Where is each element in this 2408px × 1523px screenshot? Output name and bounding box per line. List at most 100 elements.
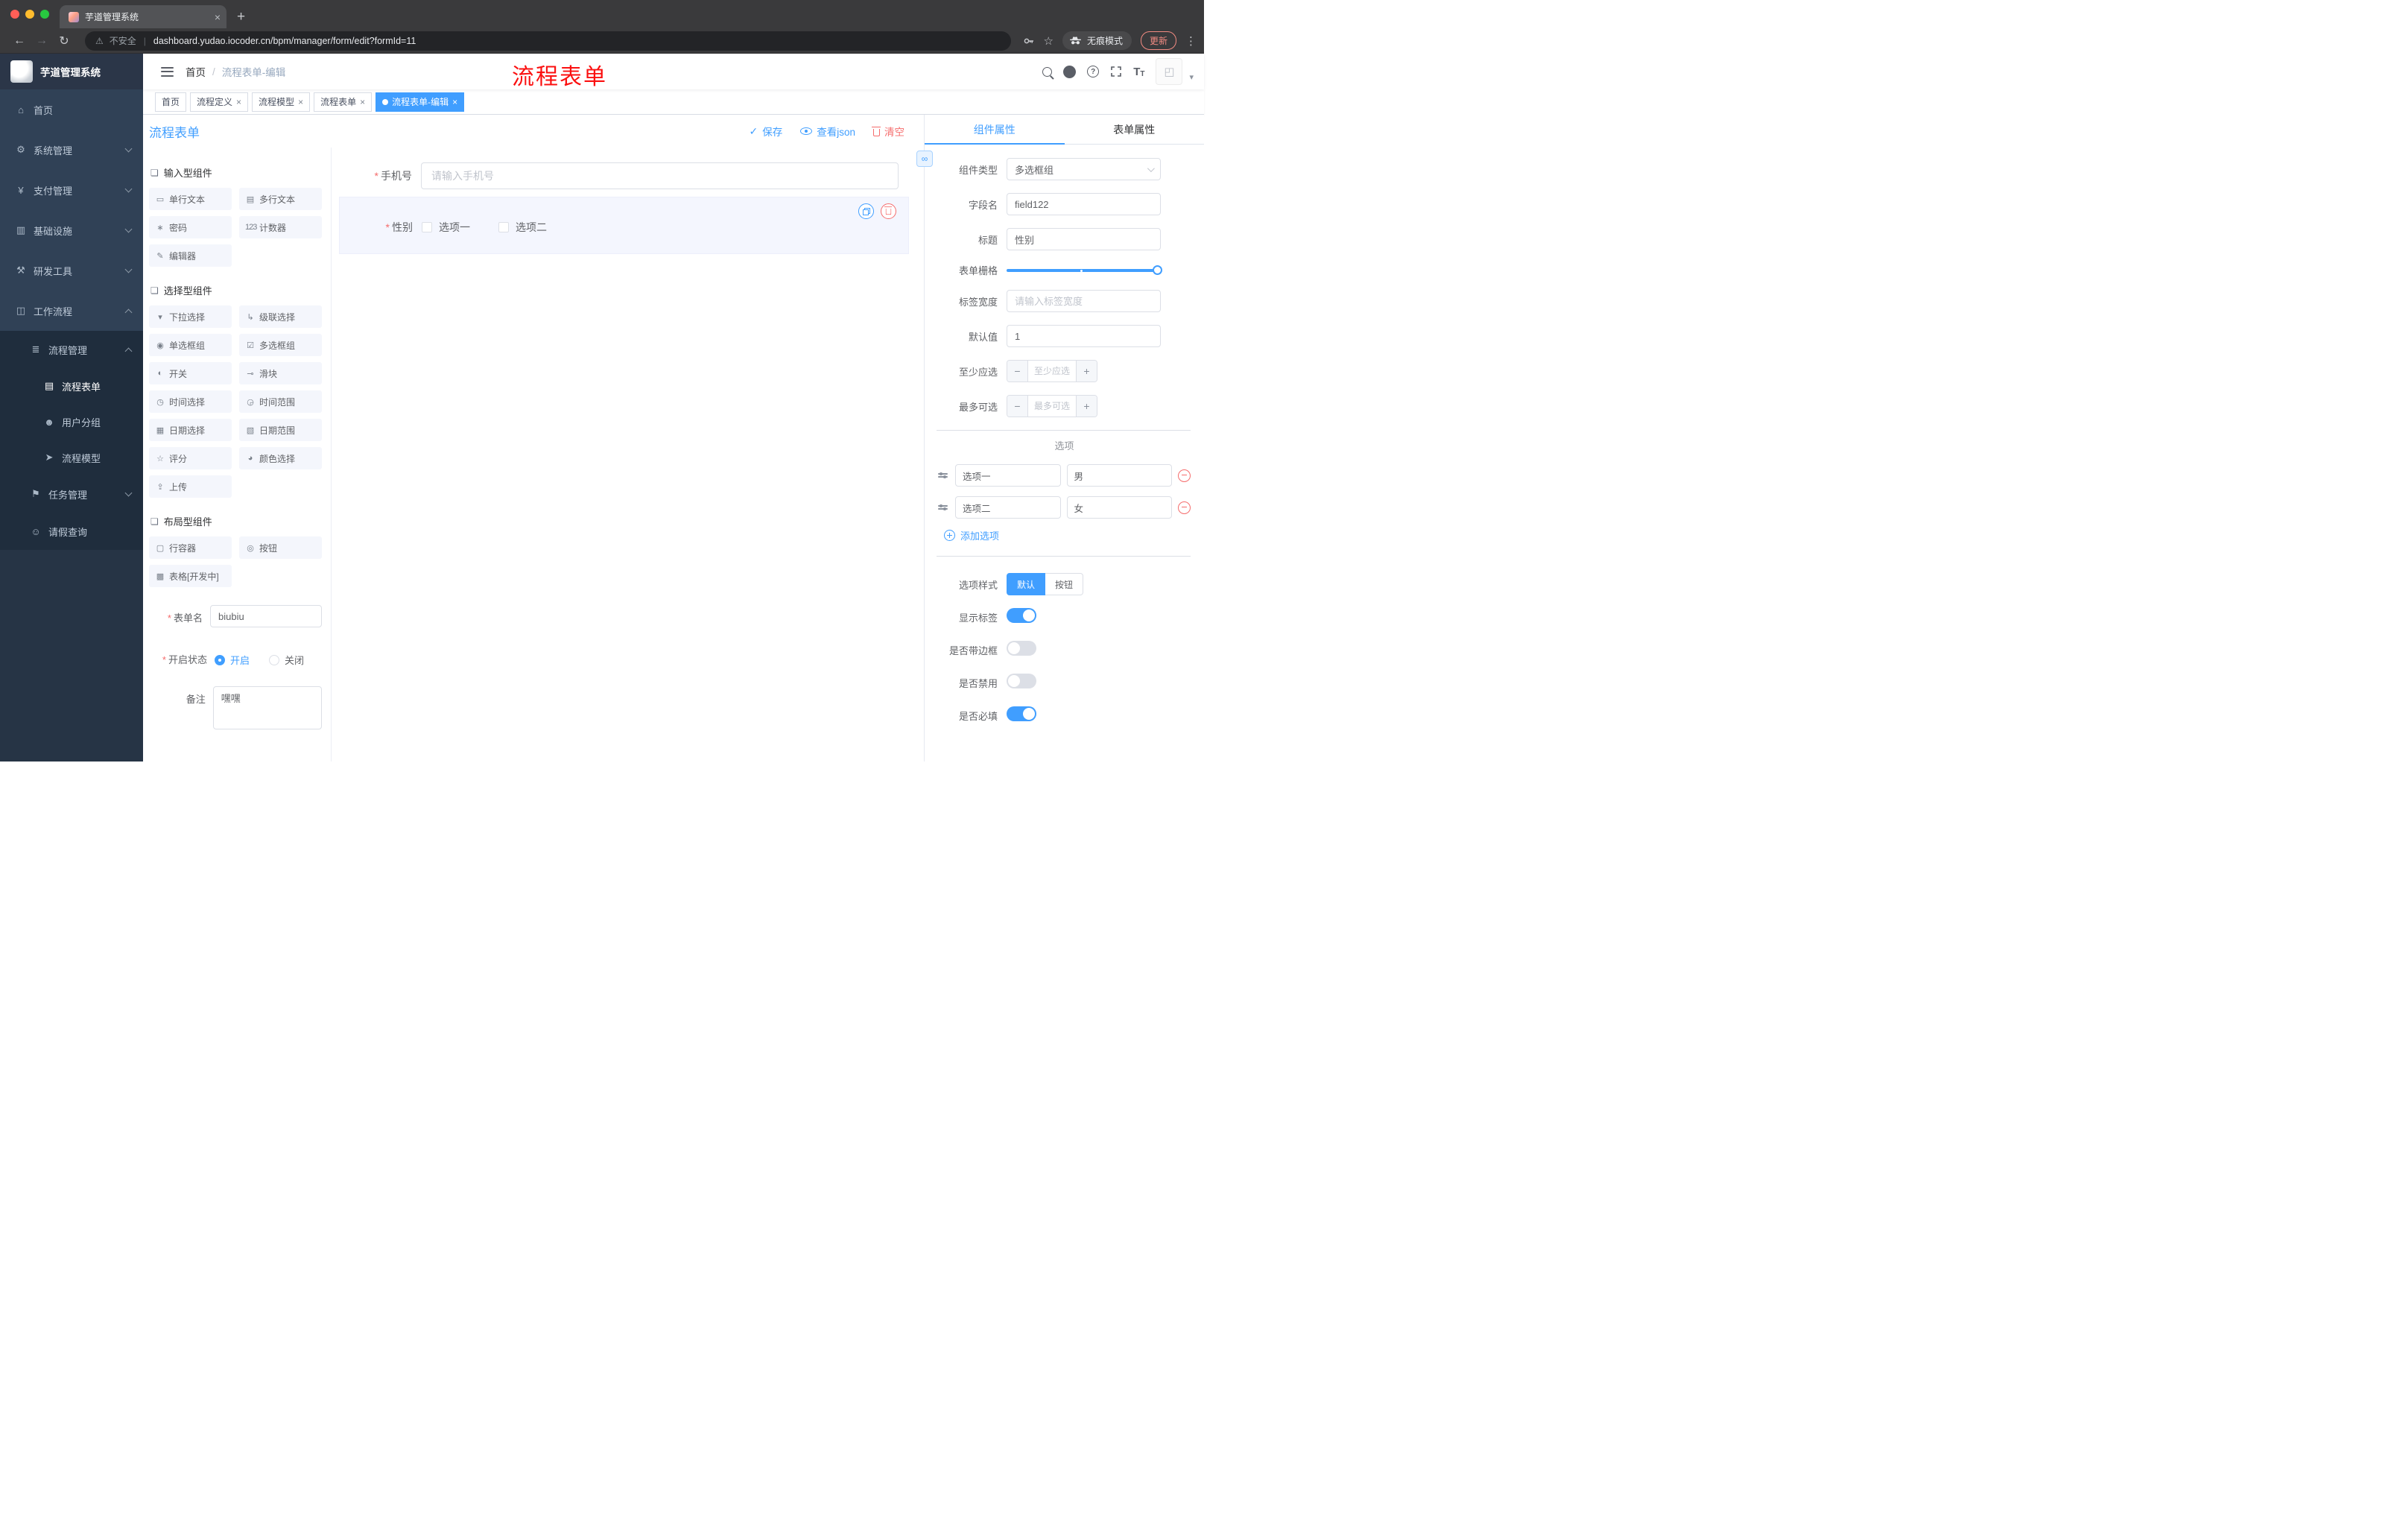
address-bar[interactable]: ⚠ 不安全 | dashboard.yudao.iocoder.cn/bpm/m…	[85, 31, 1011, 51]
maximize-window-button[interactable]	[40, 10, 49, 19]
copy-button[interactable]	[858, 203, 874, 219]
border-toggle[interactable]	[1007, 641, 1036, 656]
phone-field-row[interactable]: * 手机号	[339, 162, 899, 189]
max-select-input[interactable]	[1028, 396, 1076, 417]
palette-item-cascader[interactable]: ↳ 级联选择	[239, 305, 322, 328]
browser-tab[interactable]: 芋道管理系统 ×	[60, 5, 226, 28]
update-button[interactable]: 更新	[1140, 31, 1176, 50]
sidebar-item-leave-query[interactable]: ☺ 请假查询	[0, 513, 143, 550]
drag-handle-icon[interactable]	[938, 472, 948, 478]
tag-close-icon[interactable]: ×	[298, 98, 303, 107]
palette-item-slider[interactable]: ⊸ 滑块	[239, 362, 322, 384]
option-value-input[interactable]	[1066, 464, 1172, 487]
sidebar-item-devtools[interactable]: ⚒ 研发工具	[0, 250, 143, 291]
tag-process-form-edit[interactable]: 流程表单-编辑 ×	[376, 92, 465, 112]
phone-input[interactable]	[421, 162, 899, 189]
browser-menu-icon[interactable]: ⋮	[1185, 34, 1197, 48]
sidebar-item-process-form[interactable]: ▤ 流程表单	[0, 368, 143, 404]
palette-item-button[interactable]: ◎ 按钮	[239, 536, 322, 559]
plus-button[interactable]: +	[1076, 361, 1097, 381]
palette-item-counter[interactable]: 123 计数器	[239, 216, 322, 238]
minus-button[interactable]: −	[1007, 396, 1028, 417]
tab-close-icon[interactable]: ×	[215, 12, 221, 22]
new-tab-button[interactable]: +	[237, 10, 245, 24]
delete-button[interactable]	[881, 203, 896, 219]
palette-item-time-picker[interactable]: ◷ 时间选择	[149, 390, 232, 413]
palette-item-password[interactable]: ∗ 密码	[149, 216, 232, 238]
tag-process-form[interactable]: 流程表单 ×	[314, 92, 373, 112]
palette-item-upload[interactable]: ⇪ 上传	[149, 475, 232, 498]
drag-handle-icon[interactable]	[938, 504, 948, 510]
component-type-select[interactable]: 多选框组	[1007, 158, 1161, 180]
remove-option-icon[interactable]	[1178, 501, 1191, 514]
add-option-button[interactable]: 添加选项	[944, 528, 1161, 542]
tab-component-props[interactable]: 组件属性	[925, 115, 1065, 145]
tag-process-model[interactable]: 流程模型 ×	[252, 92, 311, 112]
bookmark-star-icon[interactable]: ☆	[1044, 34, 1054, 48]
font-size-icon[interactable]: TT	[1133, 66, 1144, 78]
minimize-window-button[interactable]	[25, 10, 34, 19]
title-input[interactable]	[1007, 228, 1161, 250]
palette-item-time-range[interactable]: ◶ 时间范围	[239, 390, 322, 413]
minus-button[interactable]: −	[1007, 361, 1028, 381]
sidebar-item-user-group[interactable]: ☻ 用户分组	[0, 404, 143, 440]
view-json-button[interactable]: 查看json	[800, 124, 855, 139]
form-name-input[interactable]	[210, 605, 322, 627]
palette-item-single-line-text[interactable]: ▭ 单行文本	[149, 188, 232, 210]
sidebar-item-process-model[interactable]: ➤ 流程模型	[0, 440, 143, 475]
form-canvas[interactable]: *手机号 *性别	[332, 148, 924, 762]
clear-button[interactable]: 清空	[872, 124, 904, 139]
save-button[interactable]: ✓ 保存	[750, 124, 783, 139]
hamburger-icon[interactable]	[161, 66, 174, 77]
option-label-input[interactable]	[955, 464, 1061, 487]
tag-close-icon[interactable]: ×	[236, 98, 241, 107]
fullscreen-icon[interactable]	[1110, 66, 1122, 77]
min-select-input[interactable]	[1028, 361, 1076, 381]
form-grid-slider[interactable]	[1007, 265, 1162, 276]
plus-button[interactable]: +	[1076, 396, 1097, 417]
github-icon[interactable]	[1063, 65, 1077, 78]
palette-item-switch[interactable]: ◐ 开关	[149, 362, 232, 384]
default-value-input[interactable]	[1007, 325, 1161, 347]
palette-item-radio-group[interactable]: ◉ 单选框组	[149, 334, 232, 356]
tab-form-props[interactable]: 表单属性	[1065, 115, 1205, 144]
palette-item-checkbox-group[interactable]: ☑ 多选框组	[239, 334, 322, 356]
sidebar-item-home[interactable]: ⌂ 首页	[0, 89, 143, 130]
required-toggle[interactable]	[1007, 706, 1036, 721]
sidebar-item-task-management[interactable]: ⚑ 任务管理	[0, 475, 143, 513]
status-radio-on[interactable]: 开启	[215, 653, 250, 667]
option-label-input[interactable]	[955, 496, 1061, 519]
reload-icon[interactable]: ↻	[55, 34, 73, 48]
field-name-input[interactable]	[1007, 193, 1161, 215]
key-icon[interactable]	[1023, 35, 1035, 47]
tag-close-icon[interactable]: ×	[452, 98, 457, 107]
option-value-input[interactable]	[1066, 496, 1172, 519]
breadcrumb-home[interactable]: 首页	[186, 64, 206, 79]
style-default-button[interactable]: 默认	[1007, 573, 1046, 595]
forward-icon[interactable]: →	[33, 34, 51, 48]
gender-component-selected[interactable]: * 性别 选项一 选项二	[339, 197, 909, 254]
search-icon[interactable]	[1042, 66, 1053, 77]
palette-item-color-picker[interactable]: ◕ 颜色选择	[239, 447, 322, 469]
palette-item-date-range[interactable]: ▧ 日期范围	[239, 419, 322, 441]
slider-handle[interactable]	[1153, 265, 1162, 275]
sidebar-item-workflow[interactable]: ◫ 工作流程	[0, 291, 143, 331]
sidebar-item-system[interactable]: ⚙ 系统管理	[0, 130, 143, 170]
sidebar-item-payment[interactable]: ¥ 支付管理	[0, 170, 143, 210]
palette-item-table[interactable]: ▩ 表格[开发中]	[149, 565, 232, 587]
palette-item-multi-line-text[interactable]: ▤ 多行文本	[239, 188, 322, 210]
checkbox-option-2[interactable]: 选项二	[498, 220, 547, 235]
sidebar-item-process-management[interactable]: ≣ 流程管理	[0, 331, 143, 368]
sidebar-item-infrastructure[interactable]: ▥ 基础设施	[0, 210, 143, 250]
checkbox-option-1[interactable]: 选项一	[422, 220, 470, 235]
status-radio-off[interactable]: 关闭	[269, 653, 304, 667]
disabled-toggle[interactable]	[1007, 674, 1036, 688]
remove-option-icon[interactable]	[1178, 469, 1191, 482]
show-label-toggle[interactable]	[1007, 608, 1036, 623]
label-width-input[interactable]	[1007, 290, 1161, 312]
help-icon[interactable]: ?	[1087, 66, 1100, 77]
remark-textarea[interactable]: 嘿嘿	[212, 686, 322, 729]
tag-process-definition[interactable]: 流程定义 ×	[190, 92, 249, 112]
caret-down-icon[interactable]: ▾	[1189, 72, 1194, 85]
palette-item-date-picker[interactable]: ▦ 日期选择	[149, 419, 232, 441]
